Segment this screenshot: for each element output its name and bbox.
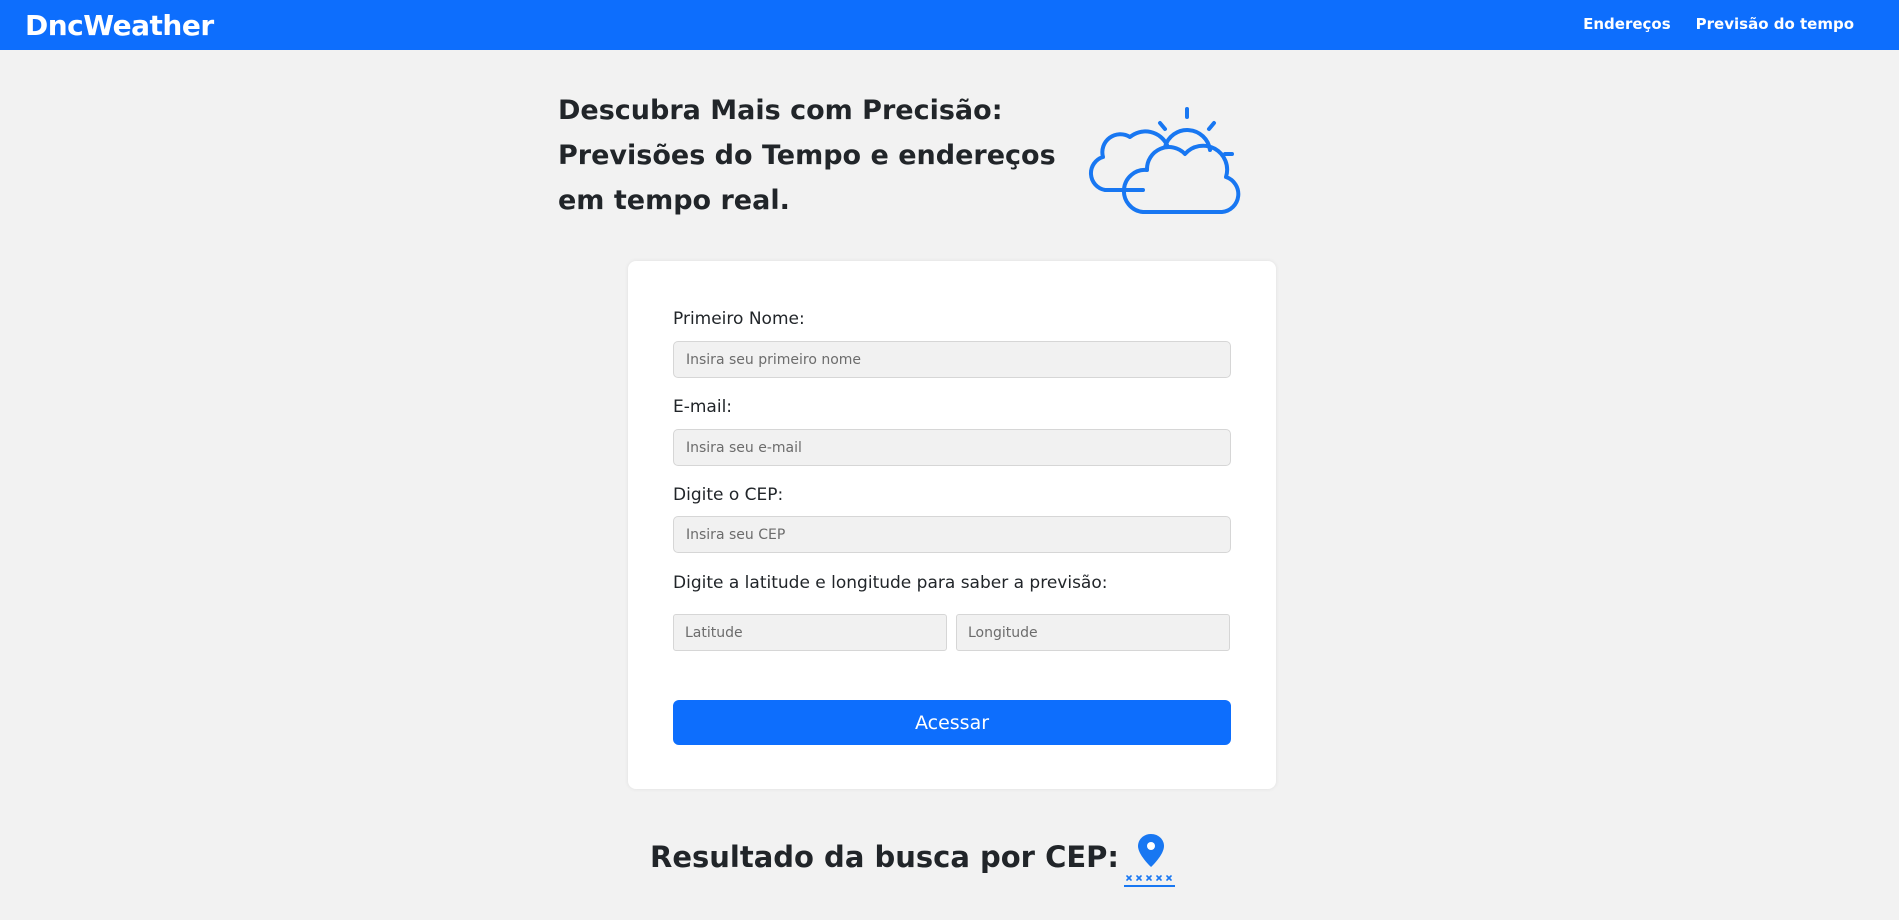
nav-links: Endereços Previsão do tempo <box>1583 15 1854 33</box>
search-form-card: Primeiro Nome: E-mail: Digite o CEP: Dig… <box>628 261 1276 789</box>
top-navbar: DncWeather Endereços Previsão do tempo <box>0 0 1899 50</box>
email-input[interactable] <box>673 429 1231 466</box>
acessar-button[interactable]: Acessar <box>673 700 1231 745</box>
nav-link-previsao[interactable]: Previsão do tempo <box>1696 15 1854 33</box>
cep-label: Digite o CEP: <box>673 485 784 505</box>
coords-label: Digite a latitude e longitude para saber… <box>673 573 1108 593</box>
brand-logo[interactable]: DncWeather <box>25 9 214 42</box>
first-name-input[interactable] <box>673 341 1231 378</box>
map-pin-icon <box>1122 832 1180 890</box>
latitude-input[interactable] <box>673 614 947 651</box>
nav-link-enderecos[interactable]: Endereços <box>1583 15 1671 33</box>
hero-title: Descubra Mais com Precisão: Previsões do… <box>558 95 1056 216</box>
longitude-input[interactable] <box>956 614 1230 651</box>
email-label: E-mail: <box>673 397 733 417</box>
cep-result-title: Resultado da busca por CEP: <box>650 840 1120 874</box>
first-name-label: Primeiro Nome: <box>673 309 805 329</box>
partly-cloudy-icon <box>1085 102 1245 227</box>
cep-input[interactable] <box>673 516 1231 553</box>
